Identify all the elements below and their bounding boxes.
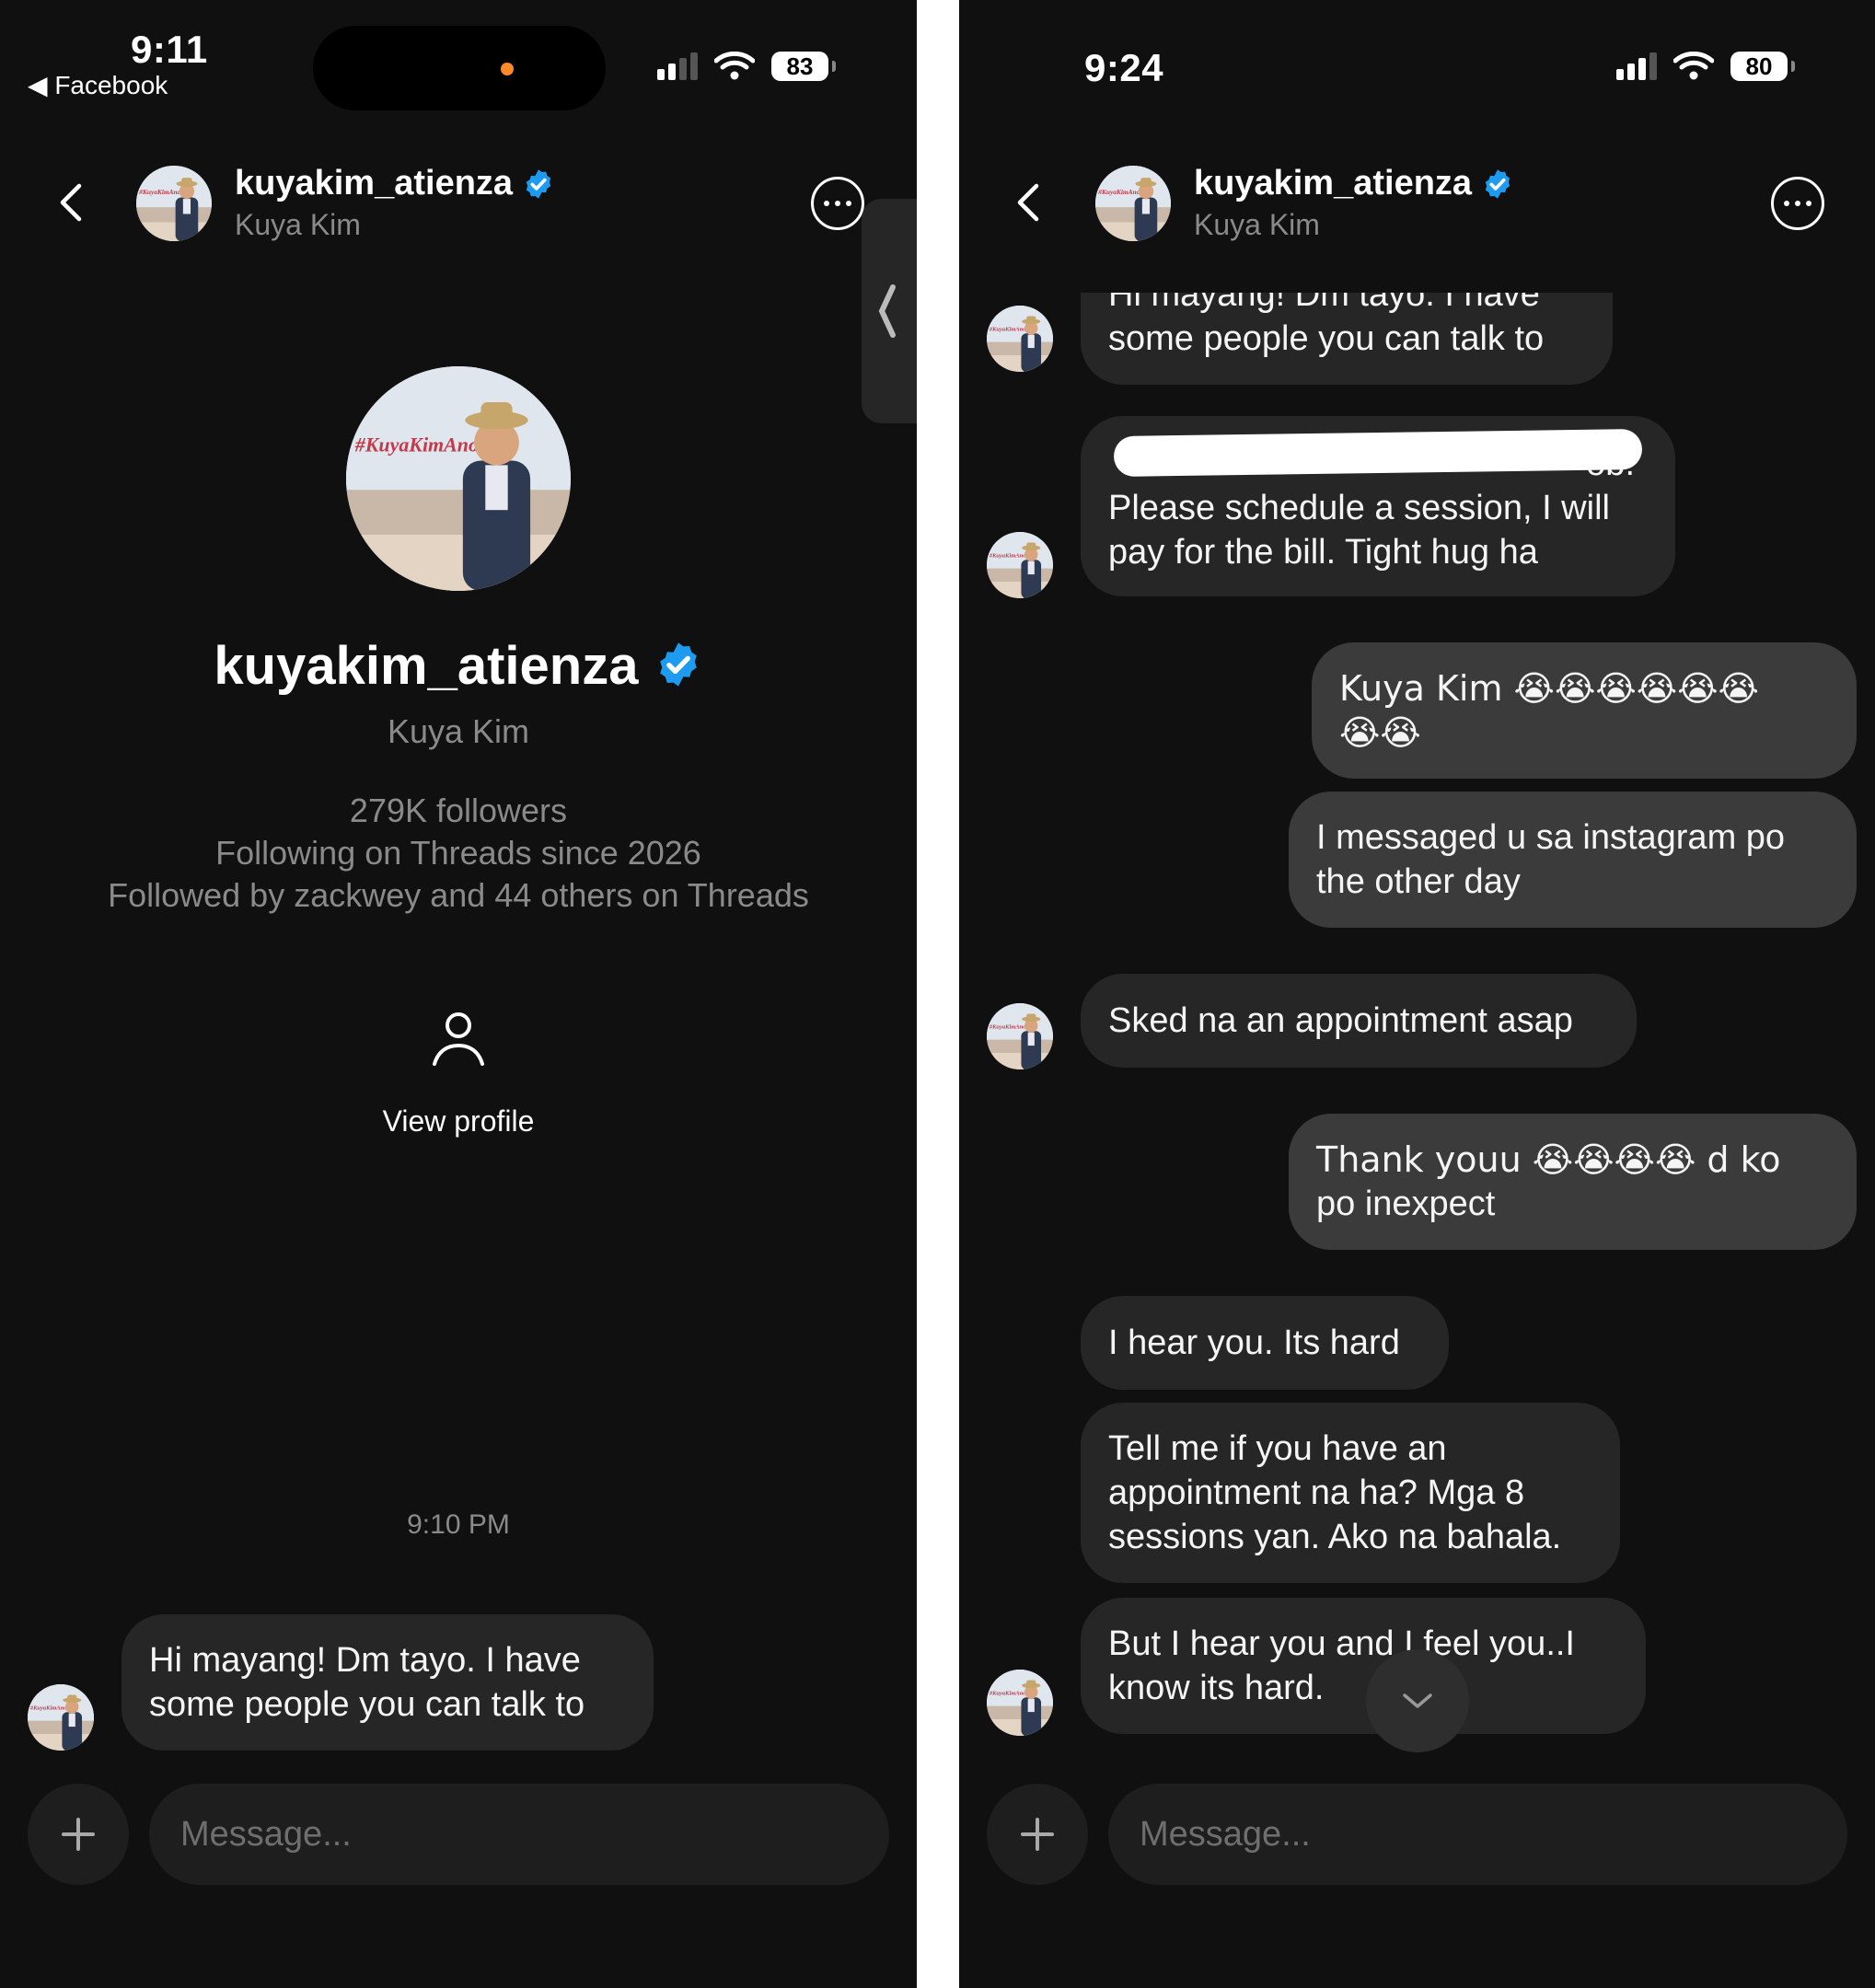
status-time: 9:11 <box>131 28 208 71</box>
wifi-icon <box>1673 52 1714 80</box>
message-line: Hi mayang! Dm tayo. I have <box>1108 293 1540 314</box>
back-to-facebook-link[interactable]: ◀ Facebook <box>28 70 168 100</box>
back-chevron-icon[interactable] <box>1011 180 1047 225</box>
add-attachment-button[interactable] <box>28 1784 129 1885</box>
status-time: 9:24 <box>1084 46 1164 89</box>
message-line: I messaged u sa instagram po <box>1316 818 1786 857</box>
header-divider <box>959 276 1875 293</box>
message-avatar[interactable] <box>987 306 1053 372</box>
more-options-icon[interactable] <box>1771 177 1824 230</box>
status-icons: 80 <box>1616 52 1795 81</box>
message-line: Please schedule a session, I will <box>1108 489 1610 527</box>
incoming-message[interactable]: Tell me if you have an appointment na ha… <box>1081 1403 1620 1583</box>
status-icons: 83 <box>657 52 836 81</box>
header-username[interactable]: kuyakim_atienza <box>235 164 555 203</box>
message-line: Sked na an appointment asap <box>1108 1001 1573 1040</box>
message-line: appointment na ha? Mga 8 <box>1108 1474 1525 1512</box>
message-line: some people you can talk to <box>1108 319 1545 358</box>
message-line: sessions yan. Ako na bahala. <box>1108 1518 1562 1556</box>
message-line: po inexpect <box>1316 1185 1496 1223</box>
verified-badge-icon <box>1481 168 1514 201</box>
profile-username: kuyakim_atienza <box>0 635 917 697</box>
plus-icon <box>62 1818 95 1851</box>
add-attachment-button[interactable] <box>987 1784 1088 1885</box>
verified-badge-icon <box>654 640 703 689</box>
profile-stats: 279K followers Following on Threads sinc… <box>0 790 917 917</box>
outgoing-message[interactable]: Thank youu 😭😭😭😭 d ko po inexpect <box>1289 1114 1857 1250</box>
message-line: 😭😭 <box>1339 712 1421 753</box>
message-line: Kuya Kim 😭😭😭😭😭😭 <box>1339 668 1759 709</box>
scroll-to-bottom-button[interactable] <box>1366 1649 1469 1752</box>
profile-display-name: Kuya Kim <box>387 712 530 750</box>
followed-by: Followed by zackwey and 44 others on Thr… <box>108 876 809 914</box>
message-input[interactable] <box>149 1784 889 1885</box>
outgoing-message[interactable]: Kuya Kim 😭😭😭😭😭😭 😭😭 <box>1312 642 1857 779</box>
left-screenshot: 9:11 ◀ Facebook 83 kuyakim_atienza Kuya … <box>0 0 917 1988</box>
side-panel-handle[interactable] <box>862 199 917 423</box>
header-display-name: Kuya Kim <box>235 208 361 241</box>
more-options-icon[interactable] <box>811 177 864 230</box>
wifi-icon <box>714 52 755 80</box>
plus-icon <box>1021 1818 1054 1851</box>
message-avatar[interactable] <box>28 1684 94 1751</box>
message-timestamp: 9:10 PM <box>407 1509 510 1540</box>
header-username[interactable]: kuyakim_atienza <box>1194 164 1514 203</box>
header-username-text: kuyakim_atienza <box>1194 164 1473 202</box>
message-avatar[interactable] <box>987 1003 1053 1069</box>
person-icon[interactable] <box>431 1011 486 1068</box>
profile-avatar[interactable] <box>346 366 571 591</box>
incoming-message[interactable]: Hi mayang! Dm tayo. I have some people y… <box>1081 293 1613 385</box>
header-username-text: kuyakim_atienza <box>235 164 514 202</box>
message-line: Tell me if you have an <box>1108 1429 1447 1468</box>
right-screenshot: 9:24 80 kuyakim_atienza Kuya Kim Hi maya… <box>959 0 1875 1988</box>
message-line: some people you can talk to <box>149 1685 585 1724</box>
profile-username-text: kuyakim_atienza <box>214 636 639 696</box>
redaction-scribble <box>1113 428 1643 478</box>
message-line: Thank youu 😭😭😭😭 d ko <box>1316 1139 1781 1180</box>
clipped-message-region: Hi mayang! Dm tayo. I have some people y… <box>959 293 1875 385</box>
chevron-down-icon <box>1403 1693 1432 1708</box>
dynamic-island <box>313 26 606 110</box>
message-line: know its hard. <box>1108 1669 1325 1707</box>
followers-count: 279K followers <box>349 792 568 829</box>
header-avatar[interactable] <box>1095 166 1171 241</box>
view-profile-button[interactable]: View profile <box>0 1104 917 1138</box>
signal-icon <box>1616 52 1657 80</box>
signal-icon <box>657 52 698 80</box>
message-line: I hear you. Its hard <box>1108 1323 1400 1362</box>
message-line: Hi mayang! Dm tayo. I have <box>149 1641 581 1680</box>
header-avatar[interactable] <box>136 166 212 241</box>
message-avatar[interactable] <box>987 1670 1053 1736</box>
verified-badge-icon <box>522 168 555 201</box>
message-line: But I hear you and I feel you..I <box>1108 1624 1575 1663</box>
message-line: pay for the bill. Tight hug ha <box>1108 533 1538 572</box>
header-display-name: Kuya Kim <box>1194 208 1320 241</box>
incoming-message[interactable]: Hi mayang! Dm tayo. I have some people y… <box>122 1614 654 1751</box>
battery-icon: 83 <box>771 52 836 81</box>
incoming-message[interactable]: I hear you. Its hard <box>1081 1296 1449 1390</box>
following-since: Following on Threads since 2026 <box>215 834 701 872</box>
outgoing-message[interactable]: I messaged u sa instagram po the other d… <box>1289 792 1857 928</box>
incoming-message[interactable]: Sked na an appointment asap <box>1081 974 1637 1068</box>
message-input[interactable] <box>1108 1784 1847 1885</box>
message-line: the other day <box>1316 862 1521 901</box>
recording-dot <box>501 63 514 75</box>
battery-icon: 80 <box>1730 52 1795 81</box>
message-avatar[interactable] <box>987 532 1053 598</box>
back-chevron-icon[interactable] <box>53 180 90 225</box>
incoming-message[interactable]: But I hear you and I feel you..I know it… <box>1081 1598 1646 1734</box>
chevron-left-icon <box>878 284 896 338</box>
